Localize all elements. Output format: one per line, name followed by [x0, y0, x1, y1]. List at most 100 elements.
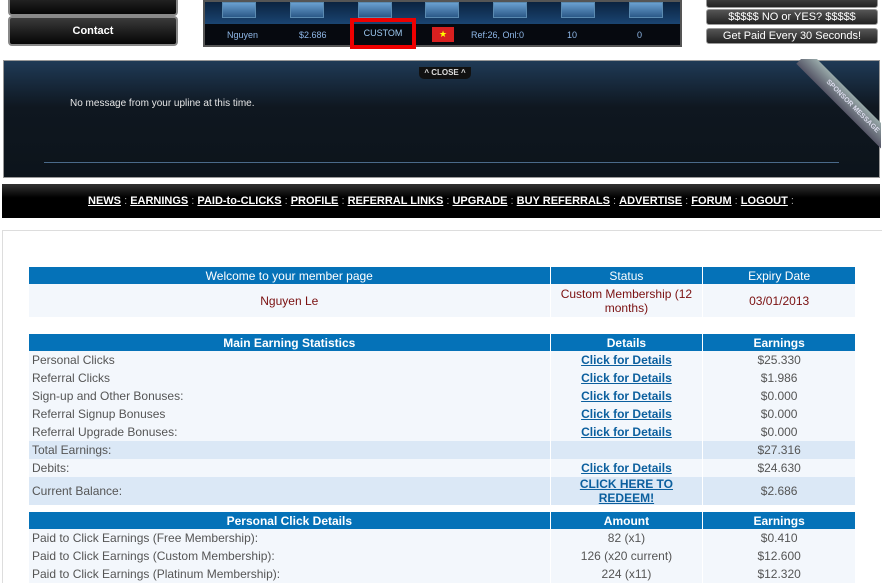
row-label: Paid to Click Earnings (Free Membership)… [29, 529, 550, 547]
row-label: Referral Upgrade Bonuses: [29, 423, 550, 441]
balance: $2.686 [299, 29, 327, 40]
row-label: Referral Signup Bonuses [29, 405, 550, 423]
referrals: Ref:26, Onl:0 [471, 29, 525, 40]
details-cell [550, 441, 703, 459]
details-cell: Click for Details [550, 405, 703, 423]
details-cell: Click for Details [550, 459, 703, 477]
row-label: Referral Clicks [29, 369, 550, 387]
nav-forum[interactable]: FORUM [691, 195, 731, 207]
close-button[interactable]: ^ CLOSE ^ [419, 67, 471, 79]
details-link[interactable]: Click for Details [581, 461, 672, 475]
nav-paid-to-clicks[interactable]: PAID-to-CLICKS [197, 195, 281, 207]
nav-logout[interactable]: LOGOUT [741, 195, 788, 207]
row-label: Personal Clicks [29, 351, 550, 369]
username: Nguyen [227, 29, 259, 40]
promo-button-partial[interactable] [706, 0, 878, 8]
table-row: Referral Clicks Click for Details $1.986 [29, 369, 855, 387]
table-row: Sign-up and Other Bonuses: Click for Deta… [29, 387, 855, 405]
sponsor-message-panel: ^ CLOSE ^ No message from your upline at… [3, 59, 881, 178]
table-row: Personal Clicks Click for Details $25.330 [29, 351, 855, 369]
table-row: Debits: Click for Details $24.630 [29, 459, 855, 477]
home-icon[interactable] [357, 2, 392, 18]
details-cell: Click for Details [550, 423, 703, 441]
earnings-value: $0.000 [703, 423, 855, 441]
details-link[interactable]: Click for Details [581, 389, 672, 403]
nav-buy-referrals[interactable]: BUY REFERRALS [517, 195, 610, 207]
promo-button[interactable]: $$$$$ NO or YES? $$$$$ [706, 9, 878, 25]
details-link[interactable]: Click for Details [581, 407, 672, 421]
document-icon[interactable] [561, 2, 596, 18]
details-cell: Click for Details [550, 387, 703, 405]
personal-click-table: Personal Click Details Amount Earnings Pai… [28, 512, 856, 583]
main-stats-header: Main Earning Statistics [29, 334, 550, 351]
stat-value: 10 [567, 29, 578, 40]
row-label: Sign-up and Other Bonuses: [29, 387, 550, 405]
stat-value: 0 [637, 29, 643, 40]
earnings-value: $0.000 [703, 405, 855, 423]
earnings-header: Earnings [703, 512, 855, 529]
table-row: Current Balance: CLICK HERE TO REDEEM! $2.… [29, 477, 855, 505]
details-header: Details [550, 334, 703, 351]
browser-icon[interactable] [425, 2, 460, 18]
nav-earnings[interactable]: EARNINGS [130, 195, 188, 207]
row-label: Debits: [29, 459, 550, 477]
amount-value: 82 (x1) [550, 529, 703, 547]
status-header: Status [550, 267, 703, 284]
promo-button[interactable]: Get Paid Every 30 Seconds! [706, 28, 878, 44]
earnings-value: $24.630 [703, 459, 855, 477]
table-row: Referral Upgrade Bonuses: Click for Detai… [29, 423, 855, 441]
menu-button-partial[interactable] [8, 0, 178, 16]
table-row: Paid to Click Earnings (Platinum Members… [29, 565, 855, 583]
expiry-header: Expiry Date [703, 267, 855, 284]
contact-button[interactable]: Contact [8, 16, 178, 46]
row-label: Paid to Click Earnings (Platinum Members… [29, 565, 550, 583]
nav-referral-links[interactable]: REFERRAL LINKS [348, 195, 444, 207]
welcome-header: Welcome to your member page [29, 267, 550, 284]
sponsor-ribbon: SPONSOR MESSAGE [789, 59, 881, 151]
earnings-value: $2.686 [703, 477, 855, 505]
details-cell: Click for Details [550, 369, 703, 387]
earnings-value: $1.986 [703, 369, 855, 387]
membership-badge[interactable]: CUSTOM [350, 18, 416, 49]
amount-header: Amount [550, 512, 703, 529]
calculator-icon[interactable] [289, 2, 324, 18]
details-link[interactable]: Click for Details [581, 353, 672, 367]
member-stats-panel: Nguyen $2.686 CUSTOM ★ Ref:26, Onl:0 10 … [203, 0, 682, 49]
upline-message: No message from your upline at this time… [70, 98, 255, 109]
earnings-value: $25.330 [703, 351, 855, 369]
table-row: Total Earnings: $27.316 [29, 441, 855, 459]
welcome-table: Welcome to your member page Status Expiry … [28, 267, 856, 317]
main-nav: NEWS : EARNINGS : PAID-to-CLICKS : PROFI… [2, 184, 880, 218]
earnings-value: $0.410 [703, 529, 855, 547]
vietnam-flag-icon: ★ [432, 27, 454, 42]
amount-value: 126 (x20 current) [550, 547, 703, 565]
details-link[interactable]: CLICK HERE TO REDEEM! [580, 477, 673, 505]
earnings-value: $27.316 [703, 441, 855, 459]
nav-advertise[interactable]: ADVERTISE [619, 195, 682, 207]
details-link[interactable]: Click for Details [581, 371, 672, 385]
main-earnings-table: Main Earning Statistics Details Earnings P… [28, 334, 856, 505]
amount-value: 224 (x11) [550, 565, 703, 583]
table-row: Paid to Click Earnings (Free Membership)… [29, 529, 855, 547]
row-label: Paid to Click Earnings (Custom Membershi… [29, 547, 550, 565]
download-icon[interactable] [493, 2, 528, 18]
ribbon-text: SPONSOR MESSAGE [796, 59, 881, 151]
app-icon[interactable] [221, 2, 256, 18]
nav-news[interactable]: NEWS [88, 195, 121, 207]
nav-upgrade[interactable]: UPGRADE [452, 195, 507, 207]
earnings-value: $0.000 [703, 387, 855, 405]
earnings-value: $12.600 [703, 547, 855, 565]
personal-header: Personal Click Details [29, 512, 550, 529]
expiry-date: 03/01/2013 [703, 284, 855, 317]
row-label: Total Earnings: [29, 441, 550, 459]
people-icon[interactable] [628, 2, 663, 18]
member-name: Nguyen Le [29, 284, 550, 317]
details-cell: Click for Details [550, 351, 703, 369]
details-link[interactable]: Click for Details [581, 425, 672, 439]
row-label: Current Balance: [29, 477, 550, 505]
table-row: Referral Signup Bonuses Click for Details… [29, 405, 855, 423]
membership-status: Custom Membership (12 months) [550, 284, 703, 317]
table-row: Paid to Click Earnings (Custom Membershi… [29, 547, 855, 565]
nav-profile[interactable]: PROFILE [291, 195, 339, 207]
details-cell: CLICK HERE TO REDEEM! [550, 477, 703, 505]
